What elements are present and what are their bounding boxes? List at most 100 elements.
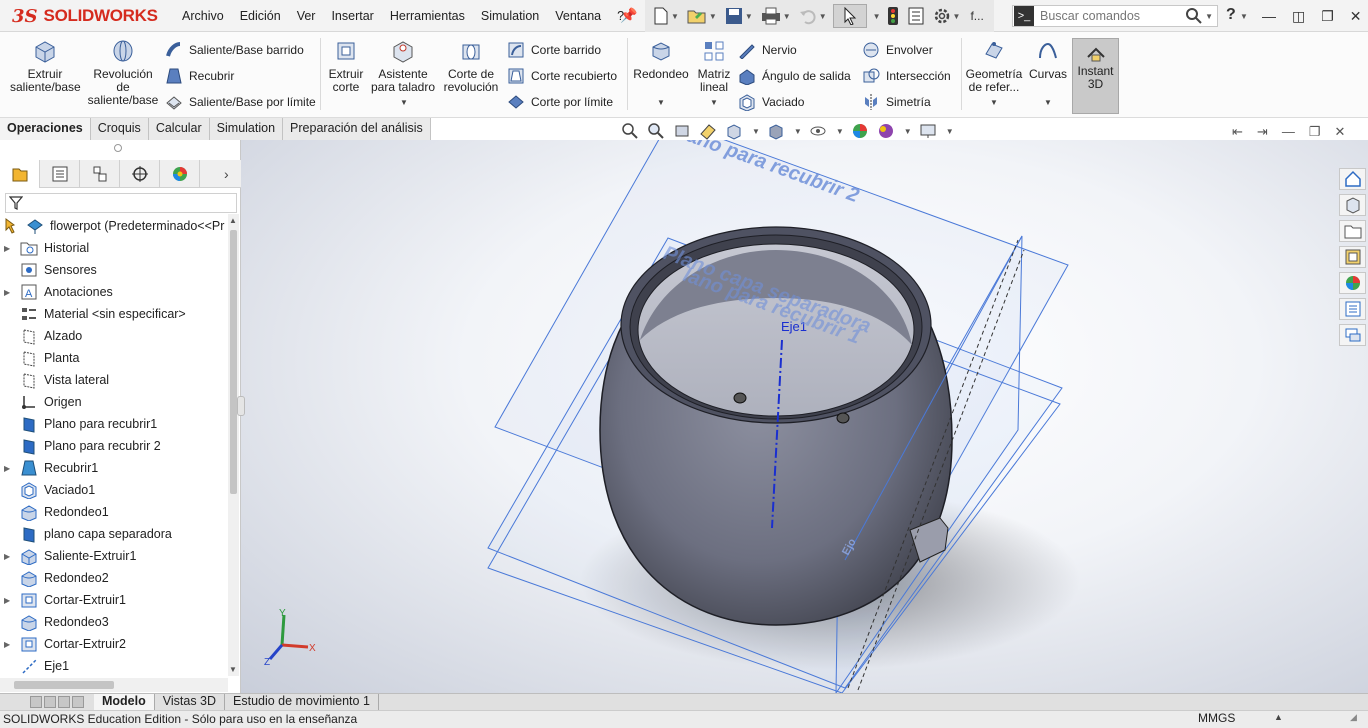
chevron-down-icon[interactable]: ▼ [904,127,912,136]
pin-menu-icon[interactable]: 📌 [620,7,638,25]
print-button[interactable]: ▼ [759,4,793,28]
forum-icon[interactable] [1339,324,1366,346]
chevron-down-icon[interactable]: ▼ [752,127,760,136]
intersect-button[interactable]: Intersección [862,66,951,86]
hole-wizard-button[interactable]: Asistente para taladro [370,38,436,94]
chevron-down-icon[interactable]: ▼ [710,98,718,107]
chevron-down-icon[interactable]: ▼ [836,127,844,136]
tree-item[interactable]: Vaciado1 [0,479,95,501]
open-button[interactable]: ▼ [685,4,719,28]
display-style-icon[interactable] [766,122,786,140]
view-settings-icon[interactable] [918,122,938,140]
new-document-button[interactable]: ▼ [651,4,681,28]
tree-item[interactable]: Plano para recubrir1 [0,413,157,435]
select-button[interactable] [832,4,867,28]
undo-button[interactable]: ▼ [797,4,829,28]
tab-vistas-3d[interactable]: Vistas 3D [155,694,226,710]
curves-button[interactable]: Curvas [1027,38,1069,81]
design-library-icon[interactable] [1339,194,1366,216]
search-commands-field[interactable]: >_ Buscar comandos ▼ [1012,5,1218,27]
instant3d-button[interactable]: Instant 3D [1072,38,1119,114]
loft-boss-button[interactable]: Recubrir [165,66,234,86]
tree-item[interactable]: plano capa separadora [0,523,172,545]
panel-splitter-handle[interactable] [114,144,122,152]
rib-button[interactable]: Nervio [738,40,797,60]
tree-item[interactable]: Redondeo1 [0,501,109,523]
appearances-icon[interactable] [1339,272,1366,294]
custom-properties-icon[interactable] [1339,298,1366,320]
chevron-down-icon[interactable]: ▼ [794,127,802,136]
tab-operaciones[interactable]: Operaciones [0,118,91,140]
expand-arrow-icon[interactable]: ▶ [4,288,16,297]
shell-button[interactable]: Vaciado [738,92,804,112]
zoom-to-fit-icon[interactable] [620,122,640,140]
chevron-up-icon[interactable]: ▲ [1274,712,1283,722]
panel-collapse-handle[interactable] [237,396,245,416]
tree-item[interactable]: Origen [0,391,82,413]
chevron-down-icon[interactable]: ▼ [1205,12,1213,21]
close-view-icon[interactable]: ✕ [1334,124,1345,140]
extruded-cut-button[interactable]: Extruir corte [324,38,368,94]
reference-geometry-button[interactable]: Geometría de refer... [964,38,1024,94]
tree-item[interactable]: Redondeo2 [0,567,109,589]
menu-simulation[interactable]: Simulation [473,9,547,23]
tree-horizontal-scrollbar[interactable] [0,678,228,692]
menu-ventana[interactable]: Ventana [547,9,609,23]
scroll-up-icon[interactable]: ▲ [229,216,237,225]
scroll-down-icon[interactable]: ▼ [229,665,237,674]
tree-item[interactable]: ▶ Cortar-Extruir1 [0,589,126,611]
boundary-boss-button[interactable]: Saliente/Base por límite [165,92,316,112]
tree-item[interactable]: ▶ Cortar-Extruir2 [0,633,126,655]
edit-appearance-icon[interactable] [850,122,870,140]
propertymanager-tab[interactable] [40,160,80,188]
draft-button[interactable]: Ángulo de salida [738,66,851,86]
prev-tab-icon[interactable] [44,696,56,708]
file-properties-button[interactable] [905,4,927,28]
tree-item[interactable]: ▶ Saliente-Extruir1 [0,545,136,567]
chevron-down-icon[interactable]: ▼ [946,127,954,136]
mirror-button[interactable]: Simetría [862,92,931,112]
rebuild-button[interactable] [885,4,901,28]
swept-boss-button[interactable]: Saliente/Base barrido [165,40,304,60]
save-button[interactable]: ▼ [723,4,755,28]
options-button[interactable]: ▼ [931,4,963,28]
minimize-view-icon[interactable]: — [1282,124,1295,140]
file-explorer-icon[interactable] [1339,220,1366,242]
revolve-boss-button[interactable]: Revolución de saliente/base [86,38,160,107]
tree-item[interactable]: ▶ A Anotaciones [0,281,113,303]
tree-item[interactable]: Material <sin especificar> [0,303,186,325]
restore-icon[interactable]: ❐ [1321,8,1334,25]
last-tab-icon[interactable] [72,696,84,708]
tile-icon[interactable]: ◫ [1292,8,1305,25]
tree-item[interactable]: Plano para recubrir 2 [0,435,161,457]
tab-calcular[interactable]: Calcular [148,118,210,140]
tab-croquis[interactable]: Croquis [90,118,149,140]
restore-view-icon[interactable]: ❐ [1309,124,1321,140]
extrude-boss-button[interactable]: Extruir saliente/base [10,38,81,94]
minimize-icon[interactable]: — [1262,8,1276,24]
revolved-cut-button[interactable]: Corte de revolución [440,38,502,94]
solidworks-resources-icon[interactable] [1339,168,1366,190]
scroll-thumb[interactable] [230,230,237,494]
menu-archivo[interactable]: Archivo [174,9,232,23]
chevron-down-icon[interactable]: ▼ [657,98,665,107]
tree-item[interactable]: Planta [0,347,79,369]
view-orientation-icon[interactable] [724,122,744,140]
tree-filter-field[interactable] [5,193,237,213]
section-view-icon[interactable] [698,122,718,140]
swept-cut-button[interactable]: Corte barrido [507,40,601,60]
tree-item[interactable]: ▶ Recubrir1 [0,457,98,479]
lofted-cut-button[interactable]: Corte recubierto [507,66,617,86]
tab-estudio-movimiento[interactable]: Estudio de movimiento 1 [225,694,379,710]
zoom-area-icon[interactable] [646,122,666,140]
tree-item[interactable]: Eje1 [0,655,69,677]
tab-simulation[interactable]: Simulation [209,118,284,140]
tree-item[interactable]: ▶ Historial [0,237,89,259]
tree-root[interactable]: flowerpot (Predeterminado<<Pr [0,215,224,237]
previous-window-icon[interactable]: ⇤ [1232,124,1243,140]
expand-arrow-icon[interactable]: ▶ [4,640,16,649]
solidworks-logo[interactable]: 3S SOLIDWORKS [0,0,158,32]
wrap-button[interactable]: Envolver [862,40,933,60]
close-icon[interactable]: ✕ [1350,8,1362,25]
chevron-down-icon[interactable]: ▼ [990,98,998,107]
